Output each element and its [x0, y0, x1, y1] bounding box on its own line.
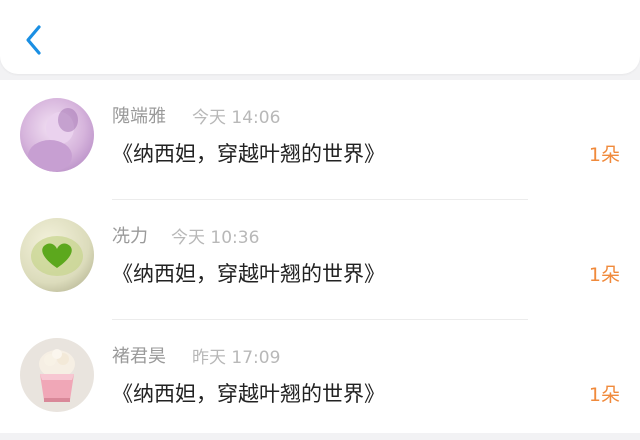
timestamp: 今天 10:36	[171, 228, 260, 248]
avatar	[20, 338, 94, 412]
flower-count: 1朵	[588, 264, 620, 286]
sender-name: 冼力	[112, 226, 148, 247]
avatar	[20, 218, 94, 292]
flower-count: 1朵	[588, 384, 620, 406]
record-list: 隗端雅 今天 14:06 《纳西妲，穿越叶翘的世界》 1朵 冼力 今天 10:3…	[0, 80, 640, 433]
sender-name: 褚君昊	[112, 346, 166, 367]
timestamp: 昨天 17:09	[192, 348, 281, 368]
avatar	[20, 98, 94, 172]
list-item[interactable]: 冼力 今天 10:36 《纳西妲，穿越叶翘的世界》 1朵	[0, 200, 640, 320]
flower-count: 1朵	[588, 144, 620, 166]
list-item[interactable]: 隗端雅 今天 14:06 《纳西妲，穿越叶翘的世界》 1朵	[0, 80, 640, 200]
list-item[interactable]: 褚君昊 昨天 17:09 《纳西妲，穿越叶翘的世界》 1朵	[0, 320, 640, 440]
timestamp: 今天 14:06	[192, 108, 281, 128]
top-bar	[0, 0, 640, 74]
sender-name: 隗端雅	[112, 106, 166, 127]
back-button[interactable]	[20, 22, 50, 56]
work-title: 《纳西妲，穿越叶翘的世界》	[112, 262, 385, 286]
chevron-left-icon	[26, 25, 41, 55]
work-title: 《纳西妲，穿越叶翘的世界》	[112, 382, 385, 406]
work-title: 《纳西妲，穿越叶翘的世界》	[112, 142, 385, 166]
